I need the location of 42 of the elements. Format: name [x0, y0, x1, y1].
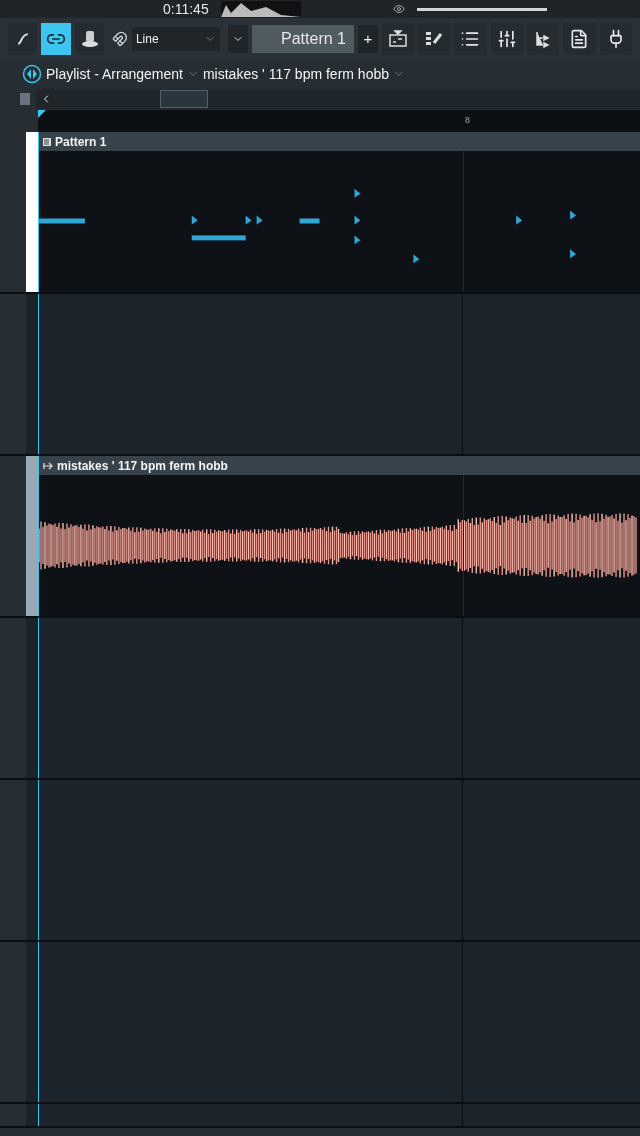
track-handle[interactable]	[26, 1104, 38, 1126]
toolbar-button[interactable]	[381, 23, 414, 55]
toolbar-button[interactable]	[490, 23, 523, 55]
toolbar-button[interactable]	[454, 23, 487, 55]
toolbar-button[interactable]	[563, 23, 596, 55]
track-handle[interactable]	[26, 780, 38, 940]
mixer-icon	[496, 29, 517, 49]
timeline-ruler[interactable]: 8	[38, 110, 640, 132]
audio-clip-icon	[43, 461, 53, 470]
pattern-selector[interactable]: Pattern 1	[251, 25, 354, 53]
scrollbar-thumb[interactable]	[160, 90, 208, 108]
track-handle[interactable]	[26, 618, 38, 778]
pattern-clip-icon	[43, 137, 51, 146]
toolbar-button[interactable]	[8, 23, 38, 55]
channel-list-icon	[460, 29, 481, 49]
song-name: mistakes ' 117 bpm ferm hobb	[202, 64, 389, 84]
track-handle[interactable]	[26, 132, 38, 292]
clip-name: mistakes ' 117 bpm ferm hobb	[57, 459, 228, 472]
magnet-icon	[112, 31, 128, 47]
song-time: 0:11:45	[163, 2, 209, 16]
track-handle[interactable]	[26, 294, 38, 454]
knob-icon	[79, 29, 100, 49]
add-pattern-button[interactable]: +	[358, 25, 378, 53]
toolbar-button[interactable]	[74, 23, 105, 55]
playlist-icon	[22, 64, 42, 84]
window-title: Playlist - Arrangement	[46, 64, 183, 84]
clip-name: Pattern 1	[55, 135, 107, 148]
scroll-left-button[interactable]	[36, 89, 56, 109]
toolbar-button[interactable]	[41, 23, 71, 55]
snap-toggle[interactable]	[20, 93, 30, 105]
audio-clip[interactable]: mistakes ' 117 bpm ferm hobb	[39, 456, 640, 616]
toolbar-button[interactable]	[599, 23, 632, 55]
pattern-menu-button[interactable]	[228, 25, 248, 53]
pattern-clip[interactable]: Pattern 1	[39, 132, 640, 292]
toolbar-button[interactable]	[417, 23, 451, 55]
snap-dropdown[interactable]: Line	[131, 27, 221, 51]
document-icon	[569, 29, 590, 49]
track-handle[interactable]	[26, 456, 38, 616]
bar-number: 8	[465, 114, 470, 128]
toolbar-button[interactable]	[526, 23, 560, 55]
track-handle[interactable]	[26, 942, 38, 1102]
eye-icon	[392, 3, 405, 15]
